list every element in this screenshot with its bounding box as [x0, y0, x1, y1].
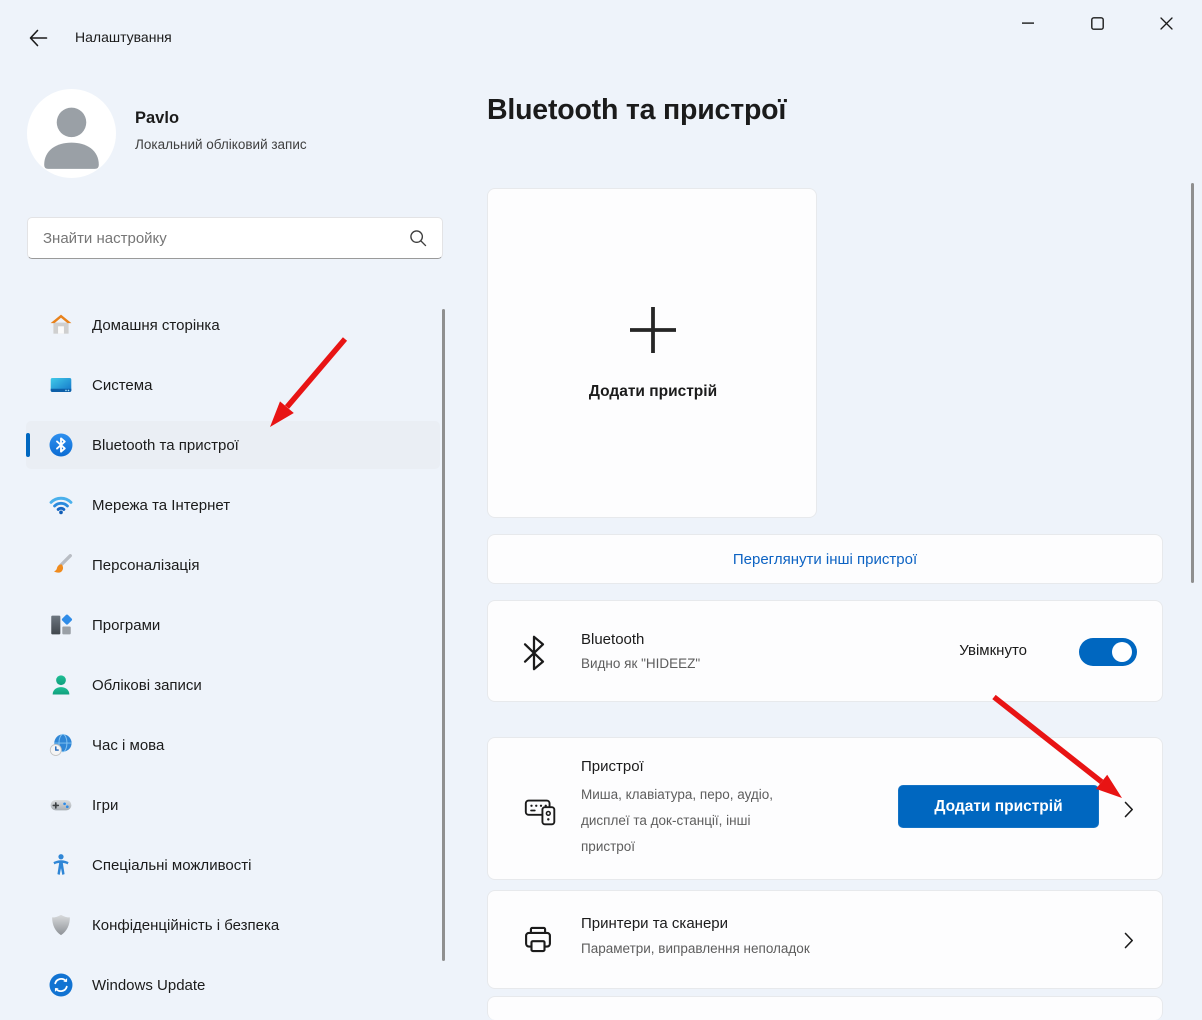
profile-name: Pavlo — [135, 109, 179, 128]
sidebar-item-bluetooth-devices[interactable]: Bluetooth та пристрої — [26, 421, 440, 469]
close-button[interactable] — [1141, 0, 1191, 46]
system-icon — [48, 372, 74, 398]
sidebar-item-privacy[interactable]: Конфіденційність і безпека — [26, 901, 440, 949]
add-device-tile[interactable]: Додати пристрій — [487, 188, 817, 518]
devices-row-title: Пристрої — [581, 758, 644, 775]
sidebar-item-system[interactable]: Система — [26, 361, 440, 409]
sidebar-item-label: Система — [92, 377, 152, 394]
devices-chevron — [1124, 801, 1134, 818]
maximize-icon — [1091, 17, 1104, 30]
sidebar-item-label: Windows Update — [92, 977, 205, 994]
printer-icon — [521, 923, 555, 957]
chevron-right-icon — [1124, 801, 1134, 818]
printers-row-subtitle: Параметри, виправлення неполадок — [581, 939, 810, 959]
bluetooth-row-title: Bluetooth — [581, 631, 644, 648]
page-title: Bluetooth та пристрої — [487, 94, 786, 127]
sidebar-item-apps[interactable]: Програми — [26, 601, 440, 649]
main-scrollbar[interactable] — [1191, 183, 1194, 583]
sidebar-item-label: Програми — [92, 617, 160, 634]
sidebar-item-label: Домашня сторінка — [92, 317, 220, 334]
network-icon — [48, 492, 74, 518]
sidebar-item-label: Спеціальні можливості — [92, 857, 251, 874]
apps-icon — [48, 612, 74, 638]
printers-chevron — [1124, 932, 1134, 949]
chevron-right-icon — [1124, 932, 1134, 949]
sidebar-item-label: Персоналізація — [92, 557, 199, 574]
profile-account-type: Локальний обліковий запис — [135, 137, 307, 152]
bluetooth-row-subtitle: Видно як "HIDEEZ" — [581, 654, 700, 674]
windows-update-icon — [48, 972, 74, 998]
bluetooth-toggle-label: Увімкнуто — [959, 642, 1027, 659]
sidebar-item-label: Bluetooth та пристрої — [92, 437, 239, 454]
accounts-icon — [48, 672, 74, 698]
sidebar-item-accounts[interactable]: Облікові записи — [26, 661, 440, 709]
sidebar-item-accessibility[interactable]: Спеціальні можливості — [26, 841, 440, 889]
plus-icon — [625, 302, 681, 358]
sidebar-item-label: Конфіденційність і безпека — [92, 917, 279, 934]
time-language-icon — [48, 732, 74, 758]
minimize-icon — [1022, 17, 1034, 29]
close-icon — [1160, 17, 1173, 30]
sidebar-item-gaming[interactable]: Ігри — [26, 781, 440, 829]
bluetooth-icon — [48, 432, 74, 458]
avatar — [27, 89, 116, 178]
sidebar-nav: Домашня сторінка Система Bluetooth та пр… — [26, 301, 440, 1009]
person-silhouette-icon — [27, 89, 116, 178]
sidebar-item-label: Час і мова — [92, 737, 164, 754]
search-input[interactable] — [28, 230, 402, 247]
sidebar-scrollbar[interactable] — [442, 309, 445, 961]
view-other-devices-link[interactable]: Переглянути інші пристрої — [487, 534, 1163, 584]
view-other-devices-label: Переглянути інші пристрої — [733, 551, 917, 568]
toggle-knob — [1112, 642, 1132, 662]
sidebar-item-windows-update[interactable]: Windows Update — [26, 961, 440, 1009]
search-box[interactable] — [27, 217, 443, 259]
sidebar-item-network[interactable]: Мережа та Інтернет — [26, 481, 440, 529]
back-button[interactable] — [22, 22, 54, 54]
sidebar-item-personalization[interactable]: Персоналізація — [26, 541, 440, 589]
devices-row-subtitle: Миша, клавіатура, перо, аудіо, дисплеї т… — [581, 782, 803, 860]
add-device-button[interactable]: Додати пристрій — [898, 785, 1099, 828]
gaming-icon — [48, 792, 74, 818]
printers-row-title: Принтери та сканери — [581, 915, 728, 932]
sidebar-item-home[interactable]: Домашня сторінка — [26, 301, 440, 349]
printers-card[interactable]: Принтери та сканери Параметри, виправлен… — [487, 890, 1163, 989]
sidebar-item-label: Мережа та Інтернет — [92, 497, 230, 514]
partial-next-card — [487, 996, 1163, 1020]
privacy-icon — [48, 912, 74, 938]
search-icon — [408, 228, 428, 248]
bluetooth-toggle[interactable] — [1079, 638, 1137, 666]
home-icon — [48, 312, 74, 338]
minimize-button[interactable] — [1003, 0, 1053, 46]
devices-card[interactable]: Пристрої Миша, клавіатура, перо, аудіо, … — [487, 737, 1163, 880]
accessibility-icon — [48, 852, 74, 878]
bluetooth-glyph-icon — [521, 635, 547, 671]
window-title: Налаштування — [75, 29, 172, 45]
devices-icon — [522, 792, 560, 830]
bluetooth-card: Bluetooth Видно як "HIDEEZ" Увімкнуто — [487, 600, 1163, 702]
sidebar-item-time-language[interactable]: Час і мова — [26, 721, 440, 769]
sidebar-item-label: Облікові записи — [92, 677, 202, 694]
add-device-tile-label: Додати пристрій — [488, 383, 818, 401]
maximize-button[interactable] — [1072, 0, 1122, 46]
personalization-icon — [48, 552, 74, 578]
back-arrow-icon — [27, 27, 49, 49]
sidebar-item-label: Ігри — [92, 797, 118, 814]
